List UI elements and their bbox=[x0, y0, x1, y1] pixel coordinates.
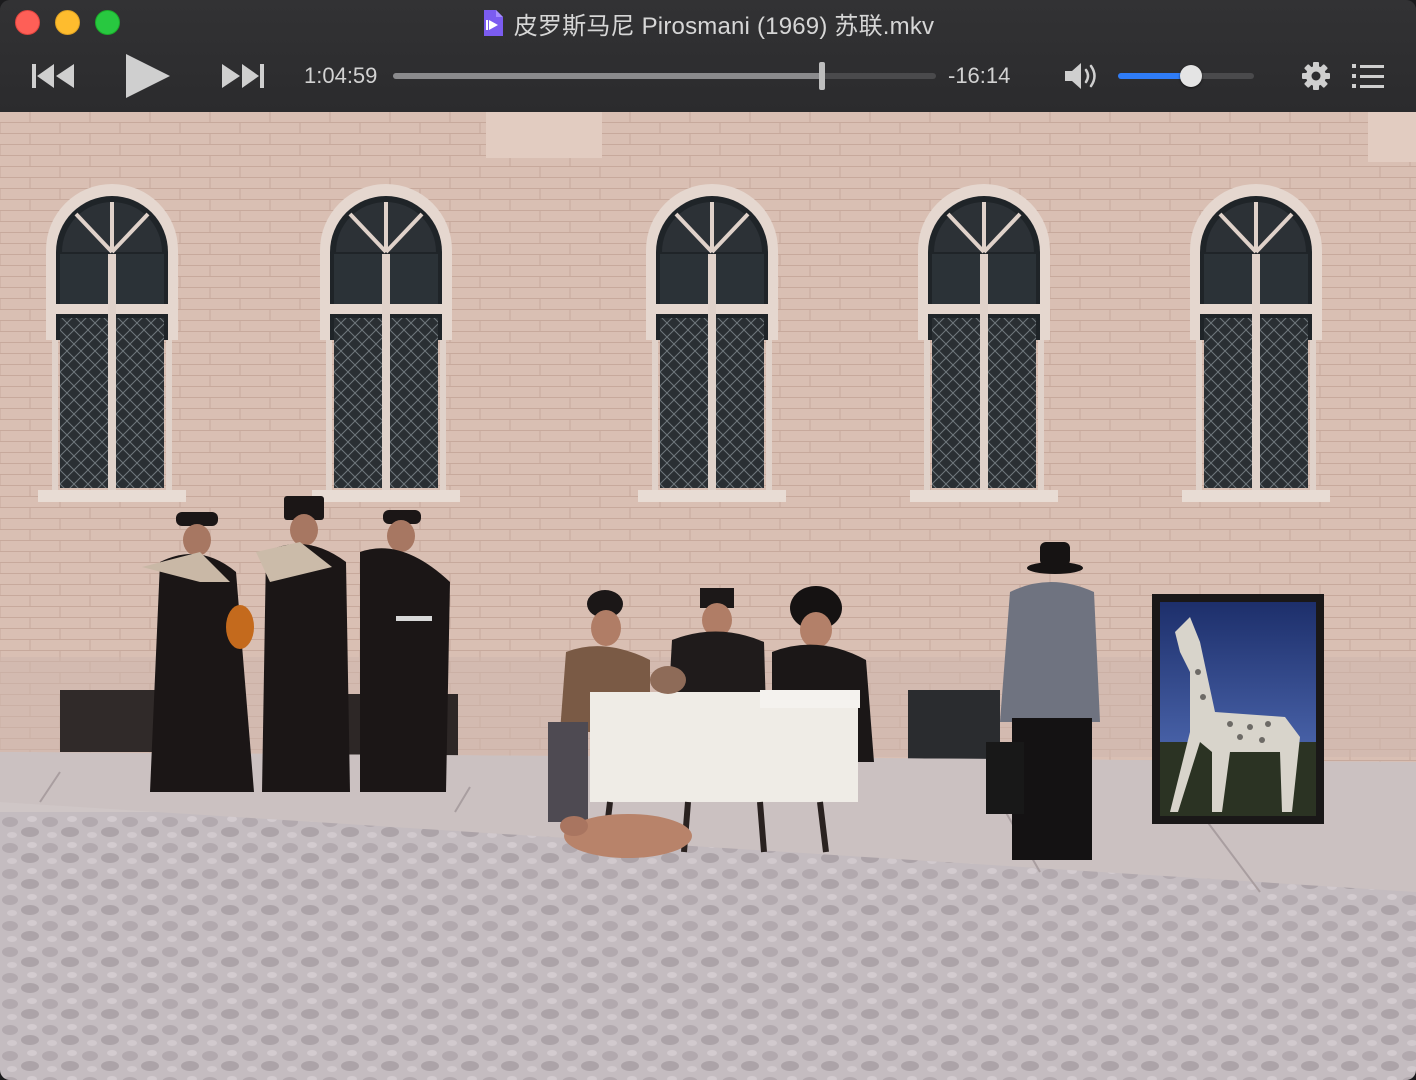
speaker-icon bbox=[1065, 63, 1096, 89]
gear-icon bbox=[1302, 62, 1330, 90]
list-icon bbox=[1352, 64, 1384, 88]
volume-slider[interactable] bbox=[1118, 65, 1254, 87]
film-frame-image bbox=[0, 112, 1416, 1080]
mute-button[interactable] bbox=[1062, 60, 1100, 92]
seek-bar[interactable] bbox=[393, 62, 936, 90]
seek-progress bbox=[393, 73, 822, 79]
window-title-bar: 皮罗斯马尼 Pirosmani (1969) 苏联.mkv bbox=[0, 8, 1416, 40]
video-frame[interactable] bbox=[0, 112, 1416, 1080]
volume-handle[interactable] bbox=[1180, 65, 1203, 87]
seek-handle[interactable] bbox=[818, 62, 825, 90]
play-button[interactable] bbox=[122, 52, 174, 100]
previous-button[interactable] bbox=[30, 60, 78, 92]
playlist-button[interactable] bbox=[1352, 62, 1384, 90]
play-icon bbox=[126, 54, 170, 98]
window-title: 皮罗斯马尼 Pirosmani (1969) 苏联.mkv bbox=[513, 12, 935, 40]
video-file-icon bbox=[482, 9, 504, 37]
skip-back-icon bbox=[32, 64, 74, 88]
control-bar: 皮罗斯马尼 Pirosmani (1969) 苏联.mkv 1:04:59 -1… bbox=[0, 0, 1416, 113]
remaining-time: -16:14 bbox=[948, 63, 1011, 88]
next-button[interactable] bbox=[218, 60, 266, 92]
current-time: 1:04:59 bbox=[304, 63, 378, 88]
skip-forward-icon bbox=[222, 64, 264, 88]
player-window: 皮罗斯马尼 Pirosmani (1969) 苏联.mkv 1:04:59 -1… bbox=[0, 0, 1416, 1080]
settings-button[interactable] bbox=[1300, 60, 1332, 92]
